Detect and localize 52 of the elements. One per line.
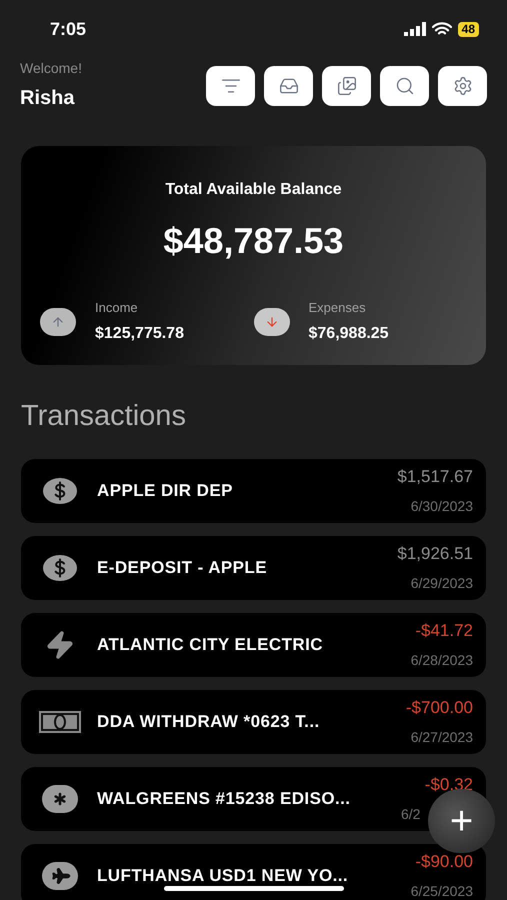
dollar-icon <box>42 554 78 582</box>
transaction-date: 6/28/2023 <box>410 650 473 670</box>
filter-button[interactable] <box>206 66 255 106</box>
transaction-row[interactable]: DDA WITHDRAW *0623 T... -$700.00 6/27/2023 <box>21 690 486 754</box>
greeting: Welcome! <box>20 59 82 78</box>
stat-amount: $76,988.25 <box>308 324 389 344</box>
inbox-download-icon <box>278 76 298 96</box>
lightning-icon <box>45 630 75 660</box>
transaction-amount: $1,517.67 <box>397 466 473 488</box>
settings-icon <box>452 76 472 96</box>
settings-button[interactable] <box>438 66 487 106</box>
signal-icon <box>404 22 426 36</box>
banknote-icon <box>38 710 82 734</box>
transaction-name: WALGREENS #15238 EDISO... <box>97 788 352 810</box>
search-icon <box>394 76 414 96</box>
arrow-up-icon <box>40 308 76 336</box>
transaction-date: 6/30/2023 <box>410 496 473 516</box>
dollar-icon <box>42 476 78 504</box>
stat-label: Expenses <box>308 299 367 317</box>
transaction-row[interactable]: LUFTHANSA USD1 NEW YO... -$90.00 6/25/2023 <box>21 844 486 900</box>
images-icon <box>336 76 356 96</box>
battery-indicator: 48 <box>458 22 479 36</box>
arrow-down-icon <box>254 308 290 336</box>
transaction-date: 6/27/2023 <box>410 728 473 747</box>
transaction-name: E-DEPOSIT - APPLE <box>97 556 268 579</box>
stat-label: Income <box>95 299 139 317</box>
user-name: Risha <box>20 86 76 111</box>
asterisk-icon <box>42 784 78 812</box>
transaction-amount: $1,926.51 <box>397 543 473 566</box>
stat-amount: $125,775.78 <box>95 324 184 344</box>
transaction-name: DDA WITHDRAW *0623 T... <box>97 710 321 733</box>
transaction-date: 6/2 <box>401 804 420 824</box>
wifi-icon <box>432 22 452 36</box>
status-time: 7:05 <box>50 18 86 40</box>
transaction-amount: -$90.00 <box>415 851 473 874</box>
transaction-amount: -$700.00 <box>406 697 473 720</box>
airplane-icon <box>42 862 78 890</box>
transaction-date: 6/25/2023 <box>410 882 473 900</box>
transaction-name: ATLANTIC CITY ELECTRIC <box>97 634 324 656</box>
balance-amount: $48,787.53 <box>163 219 344 263</box>
transaction-row[interactable]: E-DEPOSIT - APPLE $1,926.51 6/29/2023 <box>21 536 486 600</box>
transaction-date: 6/29/2023 <box>410 574 473 593</box>
transaction-amount: -$41.72 <box>415 620 473 642</box>
search-button[interactable] <box>380 66 429 106</box>
transaction-name: LUFTHANSA USD1 NEW YO... <box>97 864 350 887</box>
transaction-row[interactable]: ATLANTIC CITY ELECTRIC -$41.72 6/28/2023 <box>21 612 486 676</box>
section-title: Transactions <box>20 399 187 434</box>
download-button[interactable] <box>264 66 313 106</box>
balance-title: Total Available Balance <box>165 180 342 200</box>
images-button[interactable] <box>322 66 371 106</box>
transaction-name: APPLE DIR DEP <box>97 480 234 502</box>
transaction-row[interactable]: APPLE DIR DEP $1,517.67 6/30/2023 <box>21 458 486 522</box>
